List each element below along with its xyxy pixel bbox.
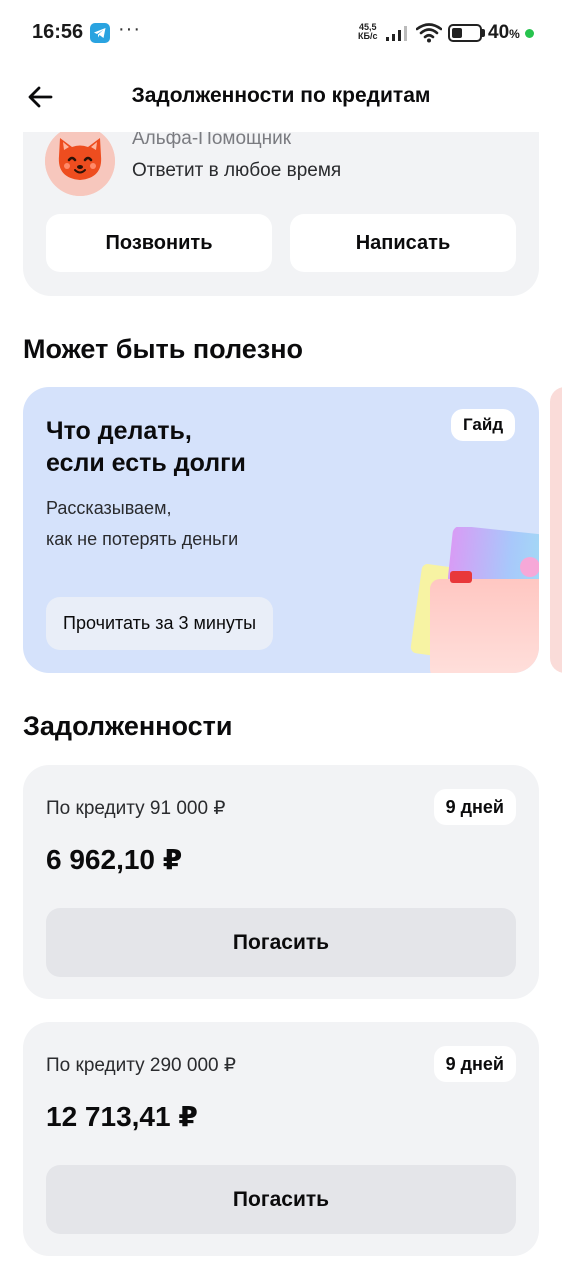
debt-label: По кредиту 290 000 ₽ <box>46 1055 236 1076</box>
debt-amount: 12 713,41 ₽ <box>46 1101 198 1132</box>
read-guide-button[interactable]: Прочитать за 3 минуты <box>46 597 274 650</box>
battery-icon <box>448 24 482 42</box>
cat-face-icon <box>45 126 115 196</box>
guide-title: Что делать, если есть долги <box>46 415 346 479</box>
page-title: Задолженности по кредитам <box>131 84 431 107</box>
guide-description-line1: Рассказываем, <box>46 498 172 518</box>
assistant-subtitle: Ответит в любое время <box>132 160 342 181</box>
network-speed-unit: КБ/с <box>358 31 378 41</box>
assistant-avatar <box>45 126 115 196</box>
battery-tip <box>482 29 485 37</box>
status-bar: 16:56 ··· 45,5 КБ/с 40% <box>0 0 562 66</box>
app-header: Задолженности по кредитам <box>0 66 562 132</box>
guide-title-line2: если есть долги <box>46 449 246 477</box>
pay-button[interactable]: Погасить <box>46 1165 516 1234</box>
write-button[interactable]: Написать <box>290 214 516 272</box>
call-button[interactable]: Позвонить <box>46 214 272 272</box>
next-card-peek[interactable] <box>550 387 562 673</box>
network-speed: 45,5 КБ/с <box>358 23 377 41</box>
battery-percent-unit: % <box>509 27 520 41</box>
debts-section-title: Задолженности <box>23 711 233 741</box>
guide-badge: Гайд <box>451 409 516 441</box>
debt-label: По кредиту 91 000 ₽ <box>46 798 226 819</box>
useful-section-title: Может быть полезно <box>23 334 304 364</box>
guide-card[interactable]: Что делать, если есть долги Гайд Рассказ… <box>23 387 539 673</box>
guide-title-line1: Что делать, <box>46 417 192 445</box>
pay-button[interactable]: Погасить <box>46 908 516 977</box>
status-time: 16:56 <box>32 21 84 43</box>
battery-percent-value: 40 <box>488 22 510 43</box>
guide-description-line2: как не потерять деньги <box>46 529 239 549</box>
active-indicator-dot <box>525 29 534 38</box>
battery-percent: 40% <box>488 22 520 44</box>
wallet-illustration <box>410 527 539 673</box>
days-badge: 9 дней <box>433 1046 516 1082</box>
debt-card: По кредиту 91 000 ₽ 9 дней 6 962,10 ₽ По… <box>23 765 539 999</box>
telegram-icon <box>90 23 110 43</box>
battery-fill <box>452 28 462 38</box>
wifi-icon <box>416 23 442 43</box>
days-badge: 9 дней <box>433 789 516 825</box>
more-dots-icon: ··· <box>118 18 141 40</box>
signal-icon <box>386 26 407 41</box>
debt-amount: 6 962,10 ₽ <box>46 844 183 875</box>
guide-description: Рассказываем, как не потерять деньги <box>46 493 346 555</box>
debt-card: По кредиту 290 000 ₽ 9 дней 12 713,41 ₽ … <box>23 1022 539 1256</box>
